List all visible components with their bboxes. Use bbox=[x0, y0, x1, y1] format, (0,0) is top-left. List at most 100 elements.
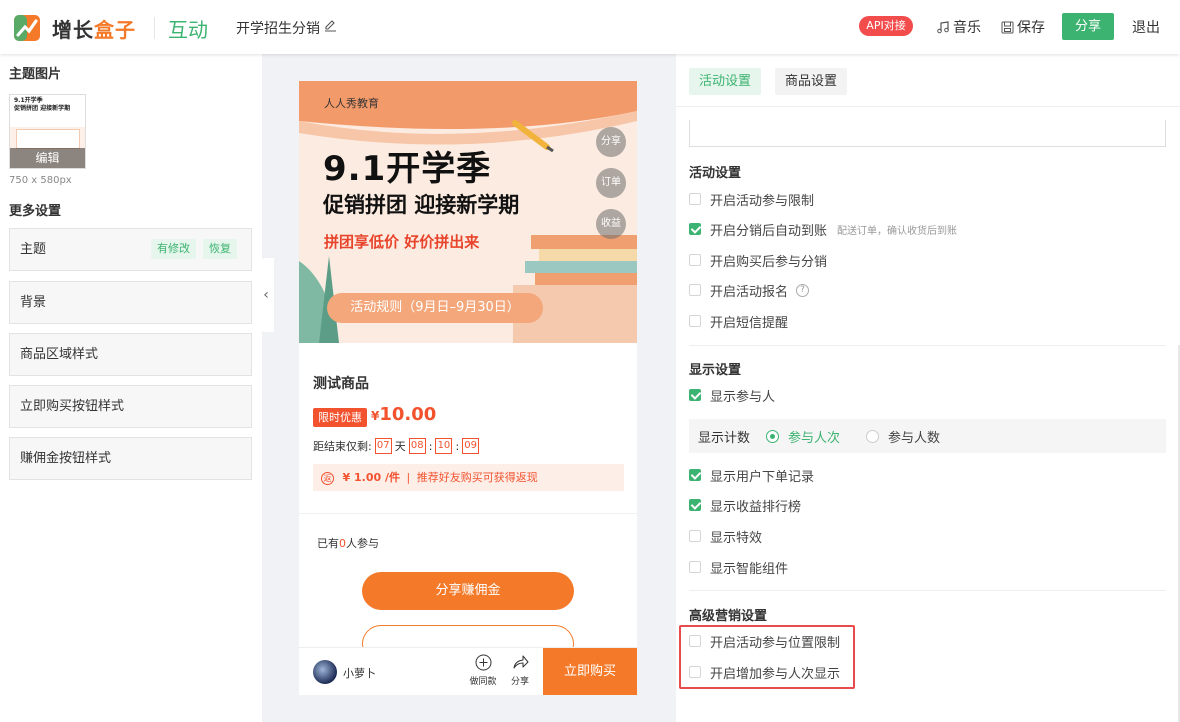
float-share-button[interactable]: 分享 bbox=[596, 127, 626, 157]
option-label: 开启购买后参与分销 bbox=[710, 254, 828, 270]
thumb-headline: 9.1开学季 促销拼团 迎接新学期 bbox=[10, 95, 85, 127]
plus-circle-icon bbox=[475, 654, 491, 671]
brand-name: 增长盒子 bbox=[52, 14, 136, 43]
radio-participants[interactable]: 参与人数 bbox=[866, 427, 940, 446]
product-name: 测试商品 bbox=[313, 376, 369, 392]
setting-item-commission-button[interactable]: 赚佣金按钮样式 bbox=[9, 437, 252, 480]
checkbox[interactable] bbox=[689, 223, 701, 235]
restore-button[interactable]: 恢复 bbox=[203, 239, 237, 259]
countdown-seconds: 09 bbox=[462, 438, 480, 454]
option-distribute-after-purchase[interactable]: 开启购买后参与分销 bbox=[689, 250, 827, 270]
option-label: 显示特效 bbox=[710, 530, 763, 546]
setting-item-label: 立即购买按钮样式 bbox=[20, 399, 125, 414]
option-auto-credit[interactable]: 开启分销后自动到账 配送订单，确认收货后到账 bbox=[689, 219, 957, 239]
setting-item-product-area[interactable]: 商品区域样式 bbox=[9, 333, 252, 376]
setting-item-label: 背景 bbox=[20, 295, 47, 310]
thumb-card bbox=[16, 129, 80, 149]
activity-rules-button[interactable]: 活动规则（9月日–9月30日） bbox=[327, 293, 543, 323]
promo-amount: ¥ 1.00 /件 bbox=[342, 471, 400, 484]
checkbox[interactable] bbox=[689, 315, 701, 327]
checkbox[interactable] bbox=[689, 193, 701, 205]
tab-activity-settings[interactable]: 活动设置 bbox=[689, 68, 762, 95]
save-icon bbox=[1001, 21, 1014, 33]
countdown-minutes: 10 bbox=[435, 438, 453, 454]
setting-item-background[interactable]: 背景 bbox=[9, 281, 252, 324]
music-icon bbox=[937, 21, 949, 34]
checkbox[interactable] bbox=[689, 561, 701, 573]
buy-now-button[interactable]: 立即购买 bbox=[543, 648, 637, 695]
option-show-earnings-ranking[interactable]: 显示收益排行榜 bbox=[689, 495, 801, 515]
option-hint: 配送订单，确认收货后到账 bbox=[837, 225, 958, 237]
countdown-days: 07 bbox=[374, 438, 392, 454]
option-label: 显示参与人 bbox=[710, 389, 776, 405]
product-price: ¥10.00 bbox=[371, 404, 436, 425]
float-earnings-button[interactable]: 收益 bbox=[596, 209, 626, 239]
option-activity-signup[interactable]: 开启活动报名? bbox=[689, 280, 810, 300]
checkbox[interactable] bbox=[689, 254, 701, 266]
modified-tag: 有修改 bbox=[151, 239, 196, 259]
option-location-limit[interactable]: 开启活动参与位置限制 bbox=[689, 631, 840, 651]
activity-name[interactable]: 开学招生分销 bbox=[236, 18, 320, 38]
option-sms-reminder[interactable]: 开启短信提醒 bbox=[689, 311, 788, 331]
checkbox[interactable] bbox=[689, 389, 701, 401]
checkbox[interactable] bbox=[689, 635, 701, 647]
exit-button[interactable]: 退出 bbox=[1132, 17, 1160, 37]
count-mode-group: 显示计数 参与人次 参与人数 bbox=[689, 419, 1166, 453]
edit-icon[interactable] bbox=[324, 19, 337, 32]
countdown-sep: : bbox=[455, 439, 460, 453]
phone-preview: 人人秀教育 9.1开学季 促销拼团 迎接新学期 拼团享低价 好价拼出来 活动规则… bbox=[299, 81, 637, 695]
radio-participations[interactable]: 参与人次 bbox=[766, 427, 840, 446]
activity-settings-title: 活动设置 bbox=[689, 166, 742, 181]
shop-name: 小萝卜 bbox=[343, 667, 376, 680]
setting-item-theme[interactable]: 主题 有修改 恢复 bbox=[9, 228, 252, 271]
setting-item-label: 赚佣金按钮样式 bbox=[20, 451, 112, 466]
collapse-panel-button[interactable]: ‹ bbox=[258, 258, 274, 332]
option-show-participants[interactable]: 显示参与人 bbox=[689, 385, 775, 405]
top-header: 增长盒子 互动 开学招生分销 API对接 音乐 保存 分享 退出 bbox=[0, 0, 1180, 54]
option-boost-participation-display[interactable]: 开启增加参与人次显示 bbox=[689, 662, 840, 682]
api-button[interactable]: API对接 bbox=[859, 16, 913, 36]
bottom-share-button[interactable]: 分享 bbox=[506, 654, 534, 687]
header-divider bbox=[154, 17, 155, 39]
checkbox[interactable] bbox=[689, 284, 701, 296]
joined-number: 0 bbox=[339, 537, 346, 550]
option-participation-limit[interactable]: 开启活动参与限制 bbox=[689, 189, 814, 209]
activity-banner: 人人秀教育 9.1开学季 促销拼团 迎接新学期 拼团享低价 好价拼出来 活动规则… bbox=[299, 81, 637, 343]
theme-image-thumbnail[interactable]: 9.1开学季 促销拼团 迎接新学期 编辑 bbox=[9, 94, 86, 169]
thumb-size: 750 x 580px bbox=[9, 175, 72, 186]
checkbox[interactable] bbox=[689, 469, 701, 481]
save-label: 保存 bbox=[1017, 20, 1045, 36]
module-title: 互动 bbox=[168, 18, 208, 42]
theme-image-title: 主题图片 bbox=[9, 67, 62, 82]
radio[interactable] bbox=[766, 429, 780, 443]
more-settings-title: 更多设置 bbox=[9, 204, 62, 219]
checkbox[interactable] bbox=[689, 666, 701, 678]
section-divider bbox=[299, 513, 637, 514]
float-order-button[interactable]: 订单 bbox=[596, 168, 626, 198]
countdown-label: 距结束仅剩: bbox=[313, 440, 372, 453]
checkbox[interactable] bbox=[689, 499, 701, 511]
price-value: 10.00 bbox=[379, 404, 437, 425]
option-show-order-records[interactable]: 显示用户下单记录 bbox=[689, 465, 814, 485]
option-label: 开启活动参与位置限制 bbox=[710, 635, 841, 651]
share-earn-button[interactable]: 分享赚佣金 bbox=[362, 572, 574, 610]
save-button[interactable]: 保存 bbox=[1001, 17, 1045, 37]
promo-separator: | bbox=[406, 471, 411, 484]
joined-prefix: 已有 bbox=[317, 537, 339, 550]
tab-divider bbox=[676, 106, 1180, 107]
setting-item-buy-button[interactable]: 立即购买按钮样式 bbox=[9, 385, 252, 428]
option-show-effects[interactable]: 显示特效 bbox=[689, 526, 762, 546]
display-settings-title: 显示设置 bbox=[689, 363, 742, 378]
help-icon[interactable]: ? bbox=[796, 283, 810, 297]
radio[interactable] bbox=[866, 429, 880, 443]
tab-product-settings[interactable]: 商品设置 bbox=[775, 68, 848, 95]
same-style-button[interactable]: 做同款 bbox=[469, 654, 497, 687]
music-button[interactable]: 音乐 bbox=[936, 17, 981, 37]
setting-item-label: 主题 bbox=[20, 242, 47, 257]
option-show-smart-widget[interactable]: 显示智能组件 bbox=[689, 557, 788, 577]
checkbox[interactable] bbox=[689, 530, 701, 542]
thumb-edit-label[interactable]: 编辑 bbox=[10, 148, 85, 168]
share-button[interactable]: 分享 bbox=[1062, 13, 1114, 40]
option-label: 开启短信提醒 bbox=[710, 315, 789, 331]
text-input[interactable] bbox=[689, 120, 1166, 147]
